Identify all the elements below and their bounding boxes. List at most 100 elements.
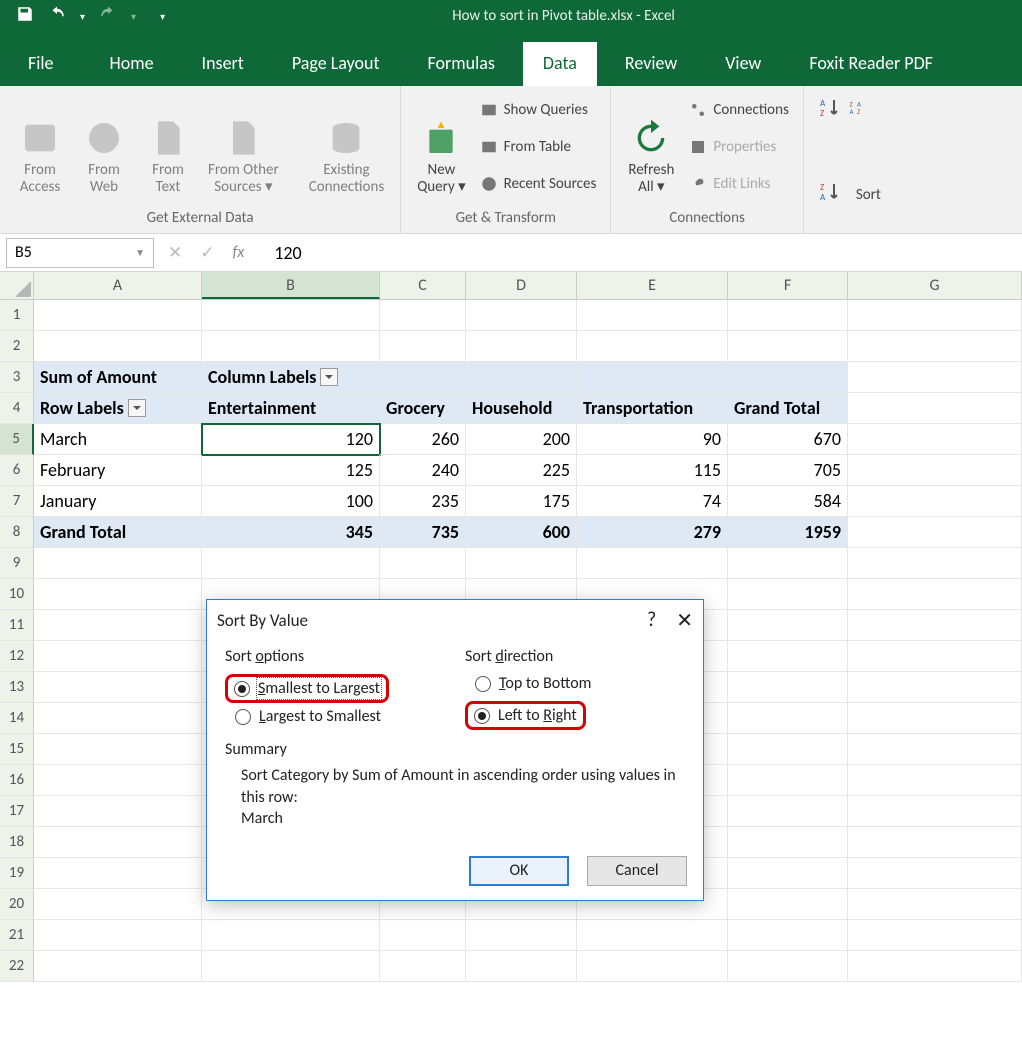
enter-formula-icon[interactable]: ✓ <box>200 242 214 263</box>
cell-G1[interactable] <box>848 300 1022 331</box>
from-web-button[interactable]: From Web <box>72 90 136 200</box>
cell-B2[interactable] <box>202 331 380 362</box>
row-head-21[interactable]: 21 <box>0 920 34 951</box>
row-head-14[interactable]: 14 <box>0 703 34 734</box>
cell-C2[interactable] <box>380 331 466 362</box>
connections-button[interactable]: Connections <box>689 94 789 125</box>
cell-F16[interactable] <box>728 765 848 796</box>
cell-G10[interactable] <box>848 579 1022 610</box>
cell-C22[interactable] <box>380 951 466 982</box>
undo-dropdown-icon[interactable]: ▾ <box>80 10 85 23</box>
edit-links-button[interactable]: Edit Links <box>689 168 789 199</box>
tab-page-layout[interactable]: Page Layout <box>272 42 400 86</box>
cell-A6[interactable]: February <box>34 455 202 486</box>
cell-C21[interactable] <box>380 920 466 951</box>
cell-F11[interactable] <box>728 610 848 641</box>
cell-A13[interactable] <box>34 672 202 703</box>
cell-E22[interactable] <box>577 951 728 982</box>
tab-home[interactable]: Home <box>90 42 174 86</box>
cell-F5[interactable]: 670 <box>728 424 848 455</box>
cell-B1[interactable] <box>202 300 380 331</box>
row-head-22[interactable]: 22 <box>0 951 34 982</box>
cell-D22[interactable] <box>466 951 577 982</box>
cell-A19[interactable] <box>34 858 202 889</box>
cell-G4[interactable] <box>848 393 1022 424</box>
cell-D8[interactable]: 600 <box>466 517 577 548</box>
row-head-6[interactable]: 6 <box>0 455 34 486</box>
cell-A3[interactable]: Sum of Amount <box>34 362 202 393</box>
cell-G20[interactable] <box>848 889 1022 920</box>
cell-G15[interactable] <box>848 734 1022 765</box>
cell-E1[interactable] <box>577 300 728 331</box>
cell-F14[interactable] <box>728 703 848 734</box>
opt-left-to-right[interactable]: Left to Right <box>474 706 577 725</box>
row-head-5[interactable]: 5 <box>0 424 34 455</box>
row-head-16[interactable]: 16 <box>0 765 34 796</box>
dialog-help-button[interactable]: ? <box>647 608 656 633</box>
cell-F10[interactable] <box>728 579 848 610</box>
tab-review[interactable]: Review <box>605 42 697 86</box>
tab-file[interactable]: File <box>8 42 74 86</box>
cell-F18[interactable] <box>728 827 848 858</box>
cell-C7[interactable]: 235 <box>380 486 466 517</box>
cell-B22[interactable] <box>202 951 380 982</box>
cell-E7[interactable]: 74 <box>577 486 728 517</box>
cell-E6[interactable]: 115 <box>577 455 728 486</box>
cell-G16[interactable] <box>848 765 1022 796</box>
name-box[interactable]: B5▼ <box>6 238 154 268</box>
redo-icon[interactable] <box>99 5 117 28</box>
cell-F20[interactable] <box>728 889 848 920</box>
cell-F12[interactable] <box>728 641 848 672</box>
select-all-triangle[interactable] <box>0 272 34 300</box>
cell-A8[interactable]: Grand Total <box>34 517 202 548</box>
cell-A17[interactable] <box>34 796 202 827</box>
cell-C4[interactable]: Grocery <box>380 393 466 424</box>
cell-C3[interactable] <box>380 362 466 393</box>
cell-C6[interactable]: 240 <box>380 455 466 486</box>
row-head-13[interactable]: 13 <box>0 672 34 703</box>
sort-az-button[interactable]: AZ <box>818 96 842 125</box>
opt-smallest-to-largest[interactable]: Smallest to Largest <box>234 679 380 698</box>
cell-C8[interactable]: 735 <box>380 517 466 548</box>
recent-sources-button[interactable]: Recent Sources <box>480 168 597 199</box>
cell-G8[interactable] <box>848 517 1022 548</box>
cell-A21[interactable] <box>34 920 202 951</box>
existing-connections-button[interactable]: Existing Connections <box>301 90 393 200</box>
cell-G17[interactable] <box>848 796 1022 827</box>
cell-A7[interactable]: January <box>34 486 202 517</box>
row-head-8[interactable]: 8 <box>0 517 34 548</box>
cell-G12[interactable] <box>848 641 1022 672</box>
cell-E3[interactable] <box>577 362 728 393</box>
cell-A10[interactable] <box>34 579 202 610</box>
cell-G22[interactable] <box>848 951 1022 982</box>
cell-B21[interactable] <box>202 920 380 951</box>
cell-E9[interactable] <box>577 548 728 579</box>
row-head-19[interactable]: 19 <box>0 858 34 889</box>
cell-G11[interactable] <box>848 610 1022 641</box>
cell-G14[interactable] <box>848 703 1022 734</box>
cell-G13[interactable] <box>848 672 1022 703</box>
tab-insert[interactable]: Insert <box>182 42 264 86</box>
cell-F22[interactable] <box>728 951 848 982</box>
cell-A5[interactable]: March <box>34 424 202 455</box>
cell-A20[interactable] <box>34 889 202 920</box>
cell-F13[interactable] <box>728 672 848 703</box>
cell-A2[interactable] <box>34 331 202 362</box>
cell-F2[interactable] <box>728 331 848 362</box>
cell-A9[interactable] <box>34 548 202 579</box>
cell-D1[interactable] <box>466 300 577 331</box>
cell-F1[interactable] <box>728 300 848 331</box>
cell-C1[interactable] <box>380 300 466 331</box>
sort-za-button[interactable]: ZA <box>818 180 842 209</box>
cell-G7[interactable] <box>848 486 1022 517</box>
row-head-7[interactable]: 7 <box>0 486 34 517</box>
cell-F15[interactable] <box>728 734 848 765</box>
fx-icon[interactable]: fx <box>233 243 245 262</box>
from-access-button[interactable]: From Access <box>8 90 72 200</box>
cell-B9[interactable] <box>202 548 380 579</box>
cell-G5[interactable] <box>848 424 1022 455</box>
cell-F3[interactable] <box>728 362 848 393</box>
cell-D2[interactable] <box>466 331 577 362</box>
row-head-18[interactable]: 18 <box>0 827 34 858</box>
new-query-button[interactable]: New Query ▾ <box>409 90 473 200</box>
